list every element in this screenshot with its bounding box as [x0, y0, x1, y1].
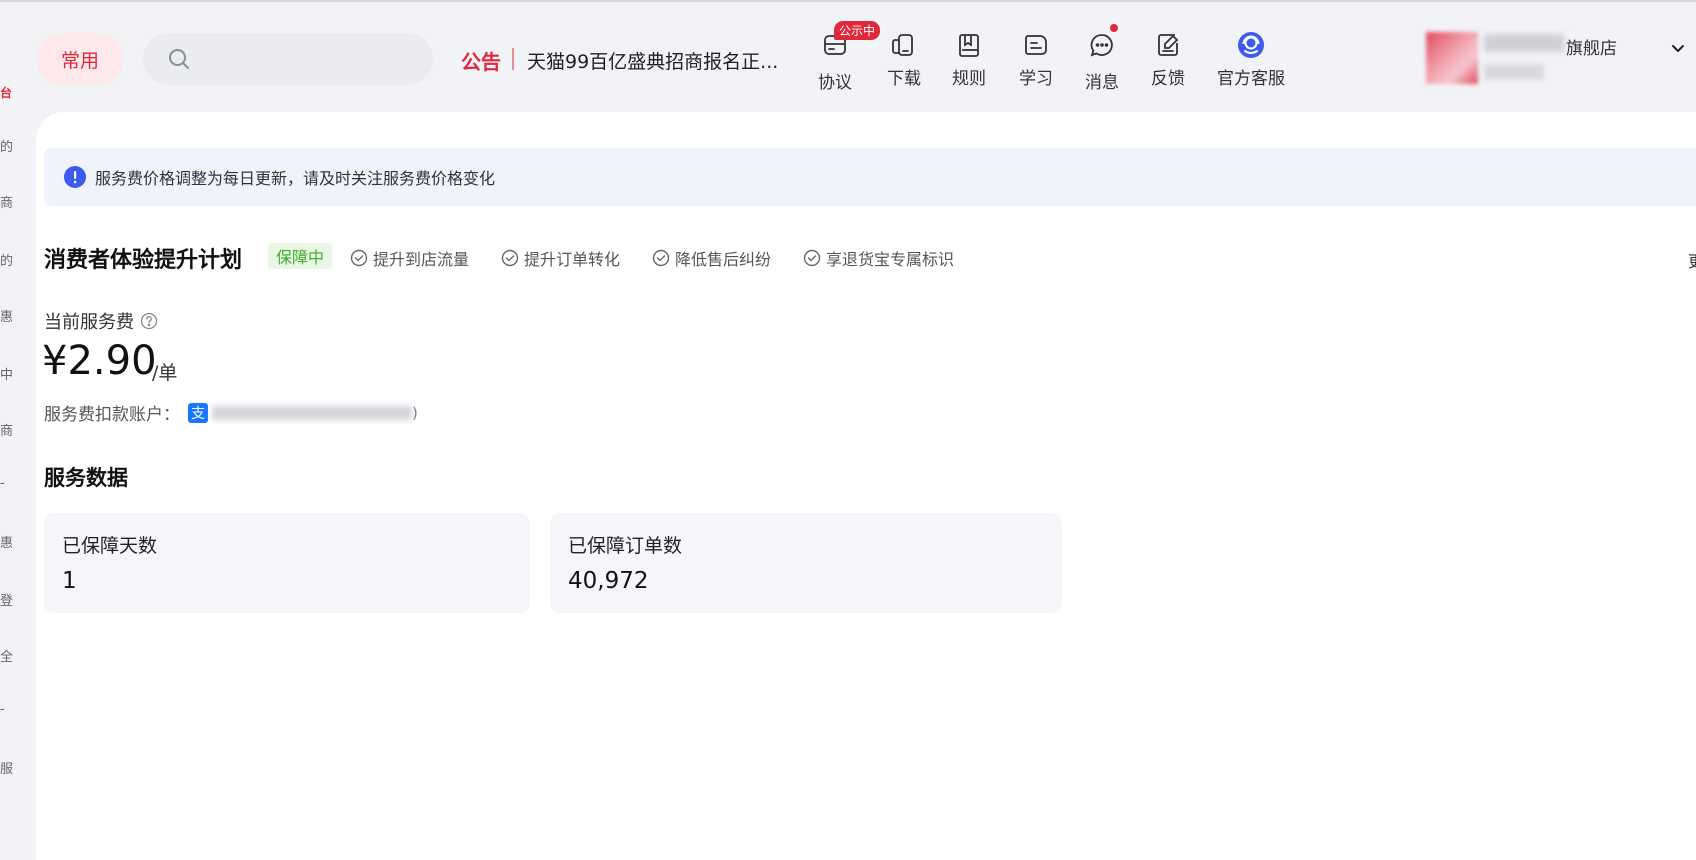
- nav-customer-service[interactable]: 官方客服: [1217, 30, 1285, 90]
- nav-label: 协议: [818, 73, 852, 93]
- redacted-shop-name: [1484, 34, 1564, 52]
- notice-text: 服务费价格调整为每日更新，请及时关注服务费价格变化: [95, 169, 496, 188]
- current-fee-label: 当前服务费: [44, 308, 158, 334]
- benefit-item: 享退货宝专属标识: [803, 246, 954, 270]
- nav-feedback[interactable]: 反馈: [1151, 30, 1185, 90]
- stat-value: 40,972: [568, 568, 649, 594]
- sidebar-fragment[interactable]: 的: [0, 250, 14, 269]
- sidebar-fragment[interactable]: 服: [0, 758, 14, 777]
- check-circle-icon: [803, 249, 821, 267]
- search-input[interactable]: [143, 33, 433, 85]
- service-data-title: 服务数据: [44, 466, 128, 490]
- download-icon: [892, 34, 913, 56]
- alipay-icon: 支: [188, 402, 208, 423]
- nav-label: 规则: [952, 69, 986, 89]
- sidebar-fragment[interactable]: 商: [0, 192, 14, 211]
- fee-label-text: 当前服务费: [44, 312, 134, 333]
- fee-account-row: 服务费扣款账户： 支 ): [44, 400, 418, 425]
- learn-icon: [1025, 35, 1047, 55]
- check-circle-icon: [350, 249, 368, 267]
- nav-label: 反馈: [1151, 69, 1185, 89]
- chevron-down-icon: [1672, 45, 1684, 52]
- benefit-label: 享退货宝专属标识: [826, 250, 955, 269]
- message-icon: [1090, 34, 1113, 57]
- sidebar-fragment[interactable]: 登: [0, 590, 14, 609]
- benefit-item: 降低售后纠纷: [652, 246, 771, 270]
- unread-dot: [1110, 24, 1118, 32]
- fee-unit: /单: [152, 362, 178, 384]
- public-badge: 公示中: [834, 21, 881, 40]
- info-icon: [64, 166, 86, 188]
- sidebar-fragment[interactable]: 的: [0, 136, 14, 155]
- nav-agreement[interactable]: 公示中 协议: [818, 21, 881, 93]
- sidebar-fragment[interactable]: -: [0, 476, 14, 491]
- more-link[interactable]: 更: [1688, 248, 1696, 272]
- check-circle-icon: [652, 249, 670, 267]
- help-icon[interactable]: [140, 312, 158, 330]
- nav-download[interactable]: 下载: [887, 30, 921, 90]
- stat-label: 已保障天数: [62, 535, 158, 557]
- sidebar-fragment[interactable]: 中: [0, 364, 14, 383]
- shop-name: 旗舰店: [1566, 39, 1617, 59]
- check-circle-icon: [501, 249, 519, 267]
- top-header: 常用 公告 天猫99百亿盛典招商报名正... 公示中 协议 下载 规则 学习 消…: [36, 2, 1696, 112]
- search-icon: [169, 49, 189, 69]
- stat-value: 1: [62, 568, 77, 594]
- sidebar-fragment[interactable]: -: [0, 702, 14, 717]
- benefit-label: 降低售后纠纷: [675, 250, 772, 269]
- plan-title: 消费者体验提升计划: [44, 248, 243, 273]
- sidebar-fragment[interactable]: 台: [0, 84, 14, 101]
- sidebar-fragment[interactable]: 全: [0, 646, 14, 665]
- notice-link[interactable]: 天猫99百亿盛典招商报名正...: [527, 47, 778, 74]
- nav-label: 官方客服: [1217, 69, 1285, 89]
- notice-label: 公告: [461, 50, 501, 74]
- sidebar-fragment[interactable]: 惠: [0, 532, 14, 551]
- stat-card-orders: 已保障订单数 40,972: [550, 513, 1062, 613]
- nav-label: 学习: [1019, 69, 1053, 89]
- nav-rules[interactable]: 规则: [952, 30, 986, 90]
- benefit-label: 提升到店流量: [373, 250, 470, 269]
- sidebar-fragment[interactable]: 惠: [0, 306, 14, 325]
- feedback-icon: [1158, 34, 1179, 56]
- shop-switcher[interactable]: 旗舰店: [1426, 30, 1696, 90]
- account-paren: ): [412, 403, 418, 422]
- nav-label: 消息: [1085, 73, 1119, 93]
- nav-label: 下载: [887, 69, 921, 89]
- customer-service-icon: [1238, 32, 1264, 58]
- fee-amount: ¥2.90: [42, 338, 157, 384]
- sidebar-fragment[interactable]: 商: [0, 420, 14, 439]
- nav-learn[interactable]: 学习: [1019, 30, 1053, 90]
- rules-icon: [959, 34, 979, 57]
- redacted-account: [212, 405, 412, 420]
- account-label: 服务费扣款账户：: [44, 405, 180, 425]
- nav-message[interactable]: 消息: [1085, 24, 1119, 93]
- notice-divider: [512, 48, 514, 70]
- main-content: 服务费价格调整为每日更新，请及时关注服务费价格变化 消费者体验提升计划 保障中 …: [36, 112, 1696, 860]
- redacted-account-name: [1484, 64, 1544, 80]
- benefit-label: 提升订单转化: [524, 250, 621, 269]
- benefit-item: 提升订单转化: [501, 246, 620, 270]
- avatar: [1426, 32, 1478, 84]
- stat-label: 已保障订单数: [568, 535, 683, 557]
- stat-card-days: 已保障天数 1: [44, 513, 530, 613]
- sidebar: 台 的 商 的 惠 中 商 - 惠 登 全 - 服: [0, 2, 36, 860]
- common-button[interactable]: 常用: [36, 33, 124, 85]
- benefit-item: 提升到店流量: [350, 246, 469, 270]
- status-badge: 保障中: [268, 243, 333, 269]
- price-notice-banner: 服务费价格调整为每日更新，请及时关注服务费价格变化: [44, 148, 1696, 206]
